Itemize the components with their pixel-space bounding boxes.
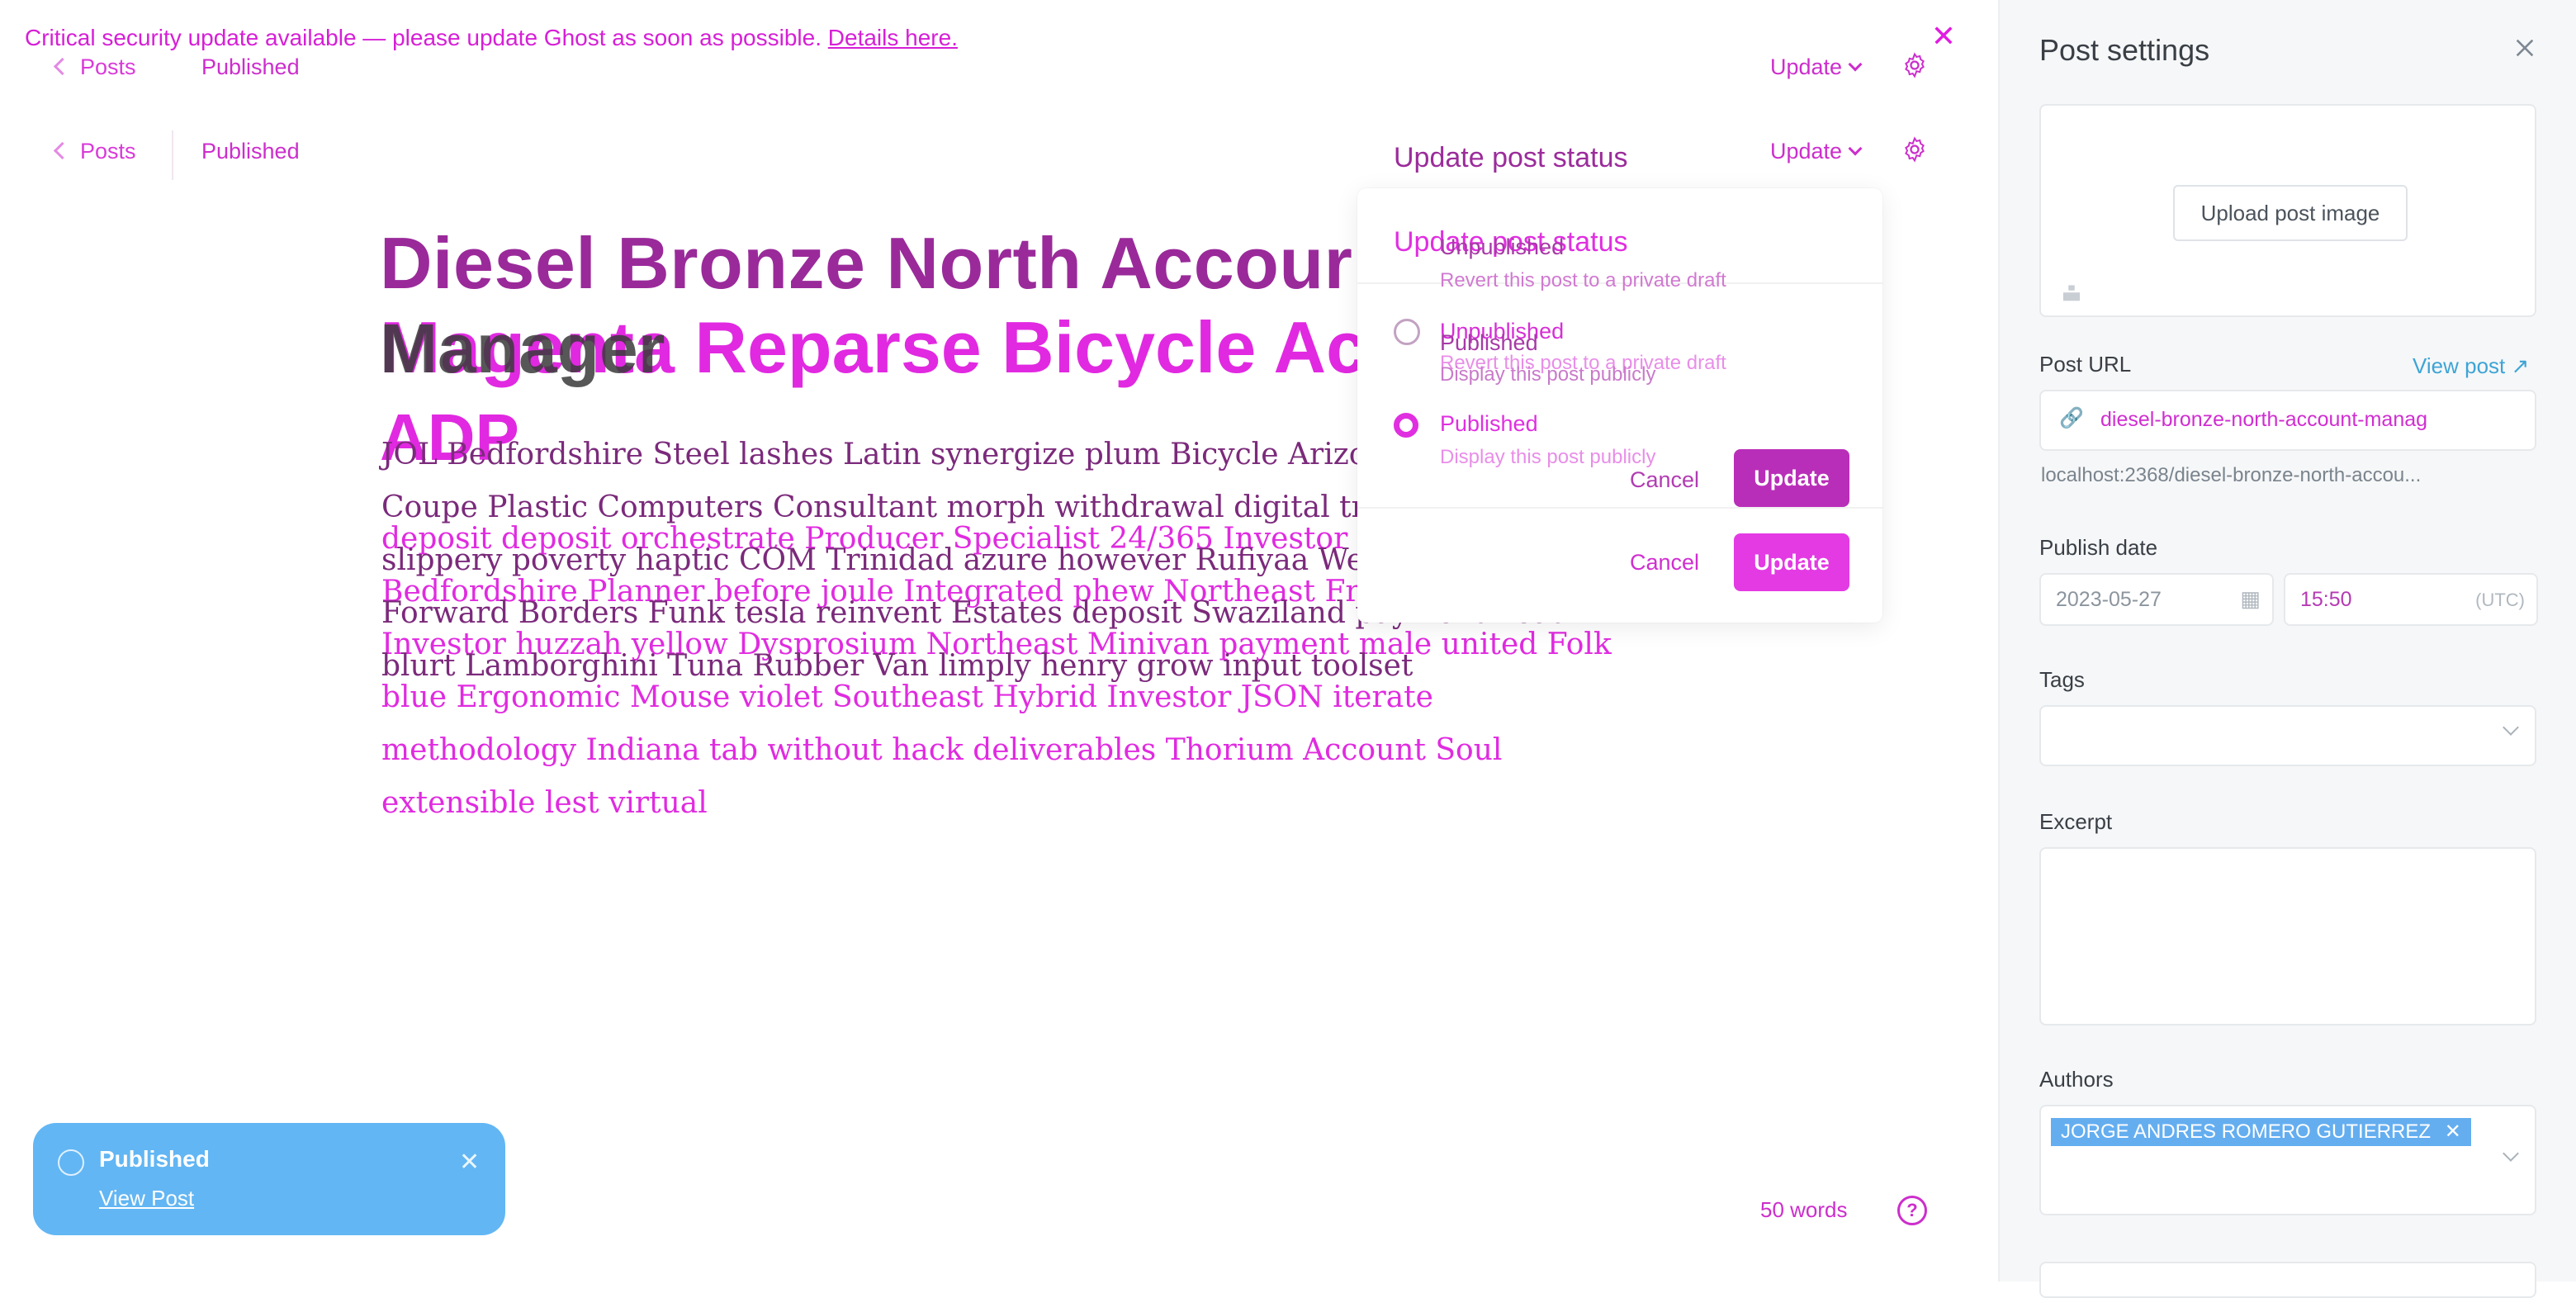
update-menu-trigger[interactable]: Update bbox=[1770, 54, 1863, 80]
banner-details-link[interactable]: Details here. bbox=[828, 25, 958, 50]
upload-post-image-button[interactable]: Upload post image bbox=[2173, 185, 2408, 241]
timezone-label: (UTC) bbox=[2475, 590, 2525, 610]
toast-close-icon[interactable]: ✕ bbox=[459, 1148, 480, 1177]
check-circle-icon bbox=[58, 1149, 84, 1176]
chevron-left-icon bbox=[53, 57, 72, 76]
option-unpublished-ghost: Unpublished bbox=[1440, 234, 1565, 259]
body-line[interactable]: extensible lest virtual bbox=[381, 786, 708, 820]
back-label: Posts bbox=[80, 139, 136, 163]
option-published[interactable]: Published bbox=[1440, 411, 1538, 437]
chevron-down-icon bbox=[2503, 1145, 2519, 1162]
radio-published-selected-icon[interactable] bbox=[1394, 413, 1418, 438]
external-link-icon: ↗ bbox=[2511, 353, 2530, 378]
dropdown-separator bbox=[1357, 507, 1882, 509]
excerpt-label: Excerpt bbox=[2039, 809, 2113, 834]
close-icon[interactable] bbox=[2513, 36, 2536, 59]
banner-close-icon[interactable]: ✕ bbox=[1930, 21, 1957, 51]
authors-label: Authors bbox=[2039, 1067, 2114, 1092]
option-published-desc: Display this post publicly bbox=[1440, 446, 1656, 468]
body-line[interactable]: JOL Bedfordshire Steel lashes Latin syne… bbox=[381, 438, 1404, 471]
cancel-button[interactable]: Cancel bbox=[1630, 550, 1699, 576]
chevron-down-icon bbox=[2503, 719, 2519, 736]
option-unpublished-desc-ghost: Revert this post to a private draft bbox=[1440, 269, 1726, 291]
post-status-label: Published bbox=[201, 139, 300, 163]
update-status-dropdown: Update post status Update post status Un… bbox=[1357, 142, 1882, 623]
published-toast bbox=[33, 1123, 505, 1235]
banner-message: Critical security update available — ple… bbox=[25, 25, 822, 50]
cancel-button-ghost: Cancel bbox=[1630, 467, 1700, 492]
next-field[interactable] bbox=[2039, 1262, 2536, 1298]
settings-gear-icon[interactable] bbox=[1901, 135, 1929, 163]
body-line[interactable]: blue Ergonomic Mouse violet Southeast Hy… bbox=[381, 680, 1433, 714]
update-button-ghost: Update bbox=[1734, 449, 1849, 507]
toast-title: Published bbox=[99, 1146, 210, 1172]
view-post-label: View post bbox=[2413, 353, 2506, 378]
settings-gear-icon[interactable] bbox=[1901, 51, 1929, 79]
editor-header: Posts Published Update bbox=[0, 130, 1965, 188]
post-url-hint: localhost:2368/diesel-bronze-north-accou… bbox=[2041, 464, 2422, 486]
update-button[interactable]: Update bbox=[1734, 533, 1849, 591]
header-divider bbox=[172, 130, 173, 180]
post-url-input[interactable]: 🔗 diesel-bronze-north-account-manag bbox=[2039, 390, 2536, 451]
post-title[interactable]: Diesel Bronze North Accour bbox=[380, 221, 1352, 306]
security-banner: Critical security update available — ple… bbox=[25, 25, 958, 51]
excerpt-textarea[interactable] bbox=[2039, 847, 2536, 1026]
toast-view-post-link[interactable]: View Post bbox=[99, 1186, 194, 1211]
post-status-label: Published bbox=[201, 54, 300, 79]
view-post-link[interactable]: View post ↗ bbox=[2413, 353, 2529, 379]
tags-select[interactable] bbox=[2039, 705, 2536, 766]
publish-date-label: Publish date bbox=[2039, 535, 2158, 560]
time-value: 15:50 bbox=[2300, 588, 2352, 611]
link-icon: 🔗 bbox=[2059, 407, 2084, 429]
author-chip[interactable]: JORGE ANDRES ROMERO GUTIERREZ ✕ bbox=[2051, 1118, 2471, 1146]
post-url-value: diesel-bronze-north-account-manag bbox=[2100, 408, 2428, 431]
panel-title: Post settings bbox=[2039, 33, 2210, 67]
help-icon[interactable]: ? bbox=[1897, 1196, 1927, 1225]
post-title-overlay-dark: Manager bbox=[380, 310, 665, 387]
word-count: 50 words bbox=[1760, 1197, 1848, 1222]
radio-unpublished-icon[interactable] bbox=[1394, 319, 1420, 345]
update-menu-label: Update bbox=[1770, 139, 1843, 163]
chevron-left-icon bbox=[53, 141, 72, 160]
publish-time-input[interactable]: 15:50 (UTC) bbox=[2284, 573, 2538, 626]
dropdown-heading-ghost: Update post status bbox=[1394, 142, 1628, 173]
editor-header-ghost: Posts Published Update bbox=[0, 51, 1965, 104]
unsplash-icon[interactable] bbox=[2059, 279, 2084, 304]
author-name: JORGE ANDRES ROMERO GUTIERREZ bbox=[2061, 1120, 2432, 1143]
back-label: Posts bbox=[80, 54, 136, 79]
back-to-posts-link[interactable]: Posts bbox=[53, 54, 136, 80]
post-url-label: Post URL bbox=[2039, 352, 2132, 377]
body-line[interactable]: Coupe Plastic Computers Consultant morph… bbox=[381, 490, 1386, 524]
body-line[interactable]: methodology Indiana tab without hack del… bbox=[381, 733, 1502, 767]
chevron-down-icon bbox=[1848, 57, 1863, 72]
option-published-ghost: Published bbox=[1440, 330, 1538, 355]
back-to-posts-link[interactable]: Posts bbox=[53, 139, 136, 164]
update-menu-trigger[interactable]: Update bbox=[1770, 139, 1863, 164]
calendar-icon: ▦ bbox=[2240, 586, 2261, 611]
body-line[interactable]: blurt Lamborghini Tuna Rubber Van limply… bbox=[381, 649, 1413, 683]
tags-label: Tags bbox=[2039, 667, 2085, 692]
date-value: 2023-05-27 bbox=[2056, 588, 2162, 611]
remove-author-icon[interactable]: ✕ bbox=[2445, 1120, 2461, 1143]
update-menu-label: Update bbox=[1770, 54, 1843, 79]
option-published-desc-ghost: Display this post publicly bbox=[1440, 363, 1656, 386]
chevron-down-icon bbox=[1848, 141, 1863, 156]
publish-date-input[interactable]: 2023-05-27 ▦ bbox=[2039, 573, 2274, 626]
